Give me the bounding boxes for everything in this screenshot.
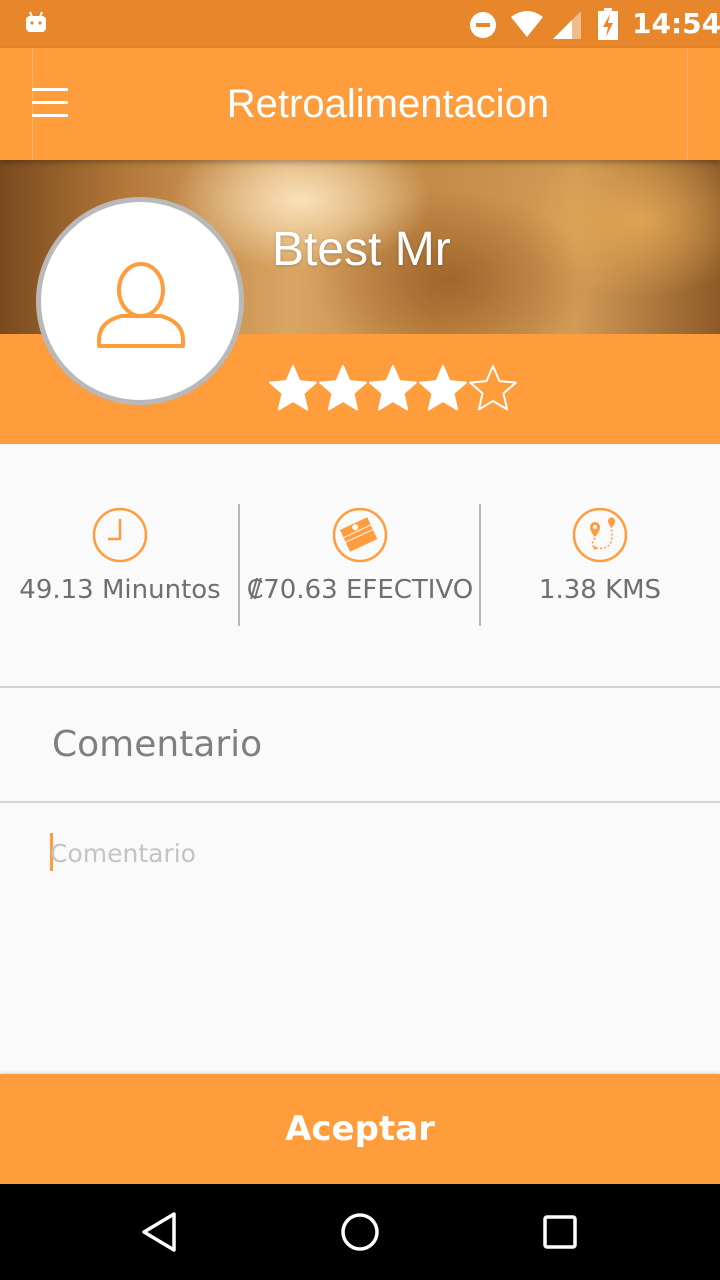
signal-icon — [553, 11, 581, 39]
page-title: Retroalimentacion — [226, 82, 550, 126]
home-icon[interactable] — [336, 1208, 384, 1256]
section-divider — [0, 686, 720, 688]
star-filled-icon[interactable] — [268, 364, 318, 414]
user-icon — [97, 262, 185, 348]
stat-distance-text: 1.38 KMS — [538, 575, 662, 605]
cash-icon — [332, 507, 388, 563]
comment-input[interactable] — [50, 830, 670, 876]
accept-button[interactable]: Aceptar — [0, 1074, 720, 1184]
status-time: 14:54 — [632, 7, 720, 40]
star-filled-icon[interactable] — [368, 364, 418, 414]
wifi-icon — [511, 11, 543, 37]
do-not-disturb-icon — [470, 12, 496, 38]
driver-name: Btest Mr — [272, 223, 451, 276]
star-filled-icon[interactable] — [418, 364, 468, 414]
section-divider — [0, 801, 720, 803]
trip-stats: 49.13 Minuntos ₡70.63 EFECTIVO 1.38 KMS — [0, 444, 720, 687]
star-filled-icon[interactable] — [318, 364, 368, 414]
stat-fare: ₡70.63 EFECTIVO — [240, 444, 480, 687]
stat-fare-text: ₡70.63 EFECTIVO — [246, 575, 474, 605]
star-rating[interactable] — [268, 364, 518, 416]
status-bar: 14:54 — [0, 0, 720, 48]
route-map-icon — [572, 507, 628, 563]
battery-charging-icon — [598, 8, 618, 40]
comment-label: Comentario — [52, 724, 263, 765]
clock-icon — [92, 507, 148, 563]
recents-icon[interactable] — [536, 1208, 584, 1256]
system-nav-bar — [0, 1184, 720, 1280]
avatar — [36, 197, 244, 405]
stat-duration: 49.13 Minuntos — [0, 444, 240, 687]
star-empty-icon[interactable] — [468, 364, 518, 414]
app-bar: Retroalimentacion — [0, 48, 720, 160]
stat-distance: 1.38 KMS — [480, 444, 720, 687]
stat-duration-text: 49.13 Minuntos — [19, 575, 221, 605]
android-debug-icon — [26, 11, 46, 32]
back-icon[interactable] — [136, 1208, 184, 1256]
